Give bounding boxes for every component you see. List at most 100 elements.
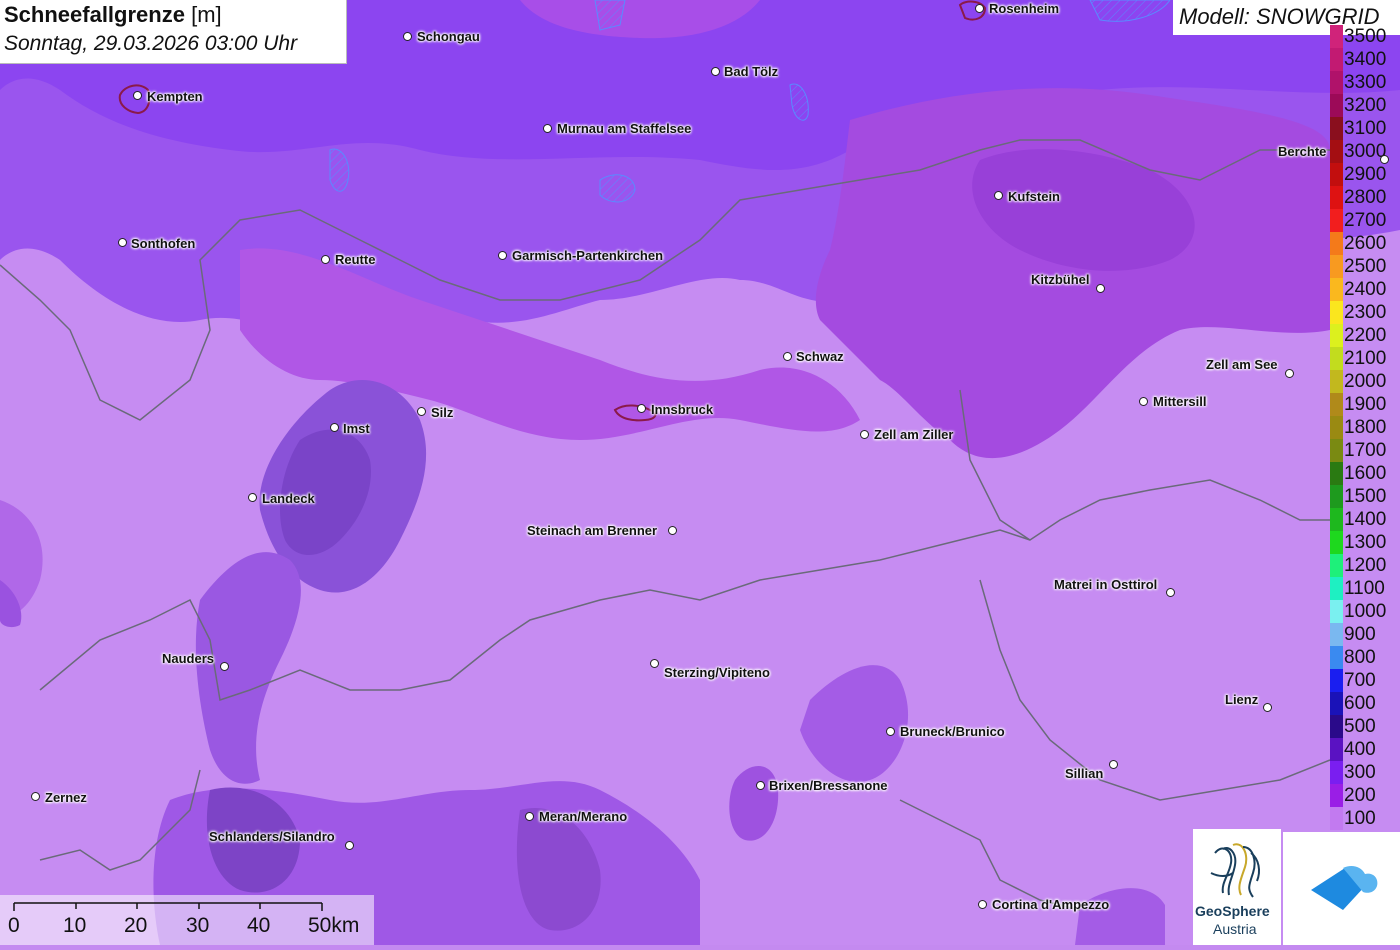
city-label[interactable]: Meran/Merano xyxy=(539,809,627,824)
legend-swatch xyxy=(1330,393,1343,416)
legend-label: 2100 xyxy=(1344,348,1387,369)
map-title: Schneefallgrenze [m] xyxy=(4,2,222,28)
city-label[interactable]: Steinach am Brenner xyxy=(527,523,657,538)
city-label[interactable]: Murnau am Staffelsee xyxy=(557,121,691,136)
city-label[interactable]: Garmisch-Partenkirchen xyxy=(512,248,663,263)
scale-label-20: 20 xyxy=(124,914,148,937)
city-label[interactable]: Nauders xyxy=(162,651,214,666)
geosphere-name: GeoSphere xyxy=(1195,903,1270,919)
legend-label: 200 xyxy=(1344,785,1376,806)
legend-row: 3500 xyxy=(1328,25,1400,48)
legend-swatch xyxy=(1330,669,1343,692)
legend-label: 2700 xyxy=(1344,210,1387,231)
legend-swatch xyxy=(1330,416,1343,439)
snowfall-map[interactable] xyxy=(0,0,1400,945)
legend-label: 400 xyxy=(1344,739,1376,760)
legend-swatch xyxy=(1330,370,1343,393)
city-dot xyxy=(1166,588,1175,597)
city-dot xyxy=(650,659,659,668)
city-dot xyxy=(248,493,257,502)
legend-label: 1700 xyxy=(1344,440,1387,461)
legend-row: 1700 xyxy=(1328,439,1400,462)
legend-swatch xyxy=(1330,324,1343,347)
city-label[interactable]: Kempten xyxy=(147,89,203,104)
legend-swatch xyxy=(1330,761,1343,784)
city-label[interactable]: Zell am See xyxy=(1206,357,1278,372)
legend-row: 3300 xyxy=(1328,71,1400,94)
city-label[interactable]: Sillian xyxy=(1065,766,1103,781)
legend-row: 200 xyxy=(1328,784,1400,807)
city-label[interactable]: Silz xyxy=(431,405,453,420)
city-label[interactable]: Reutte xyxy=(335,252,375,267)
scale-label-10: 10 xyxy=(63,914,87,937)
city-label[interactable]: Kitzbühel xyxy=(1031,272,1090,287)
geosphere-logo[interactable]: GeoSphere Austria xyxy=(1193,829,1281,945)
legend-row: 2000 xyxy=(1328,370,1400,393)
city-label[interactable]: Imst xyxy=(343,421,370,436)
legend-swatch xyxy=(1330,71,1343,94)
city-label[interactable]: Schwaz xyxy=(796,349,844,364)
legend-swatch xyxy=(1330,485,1343,508)
city-dot xyxy=(31,792,40,801)
city-label[interactable]: Schongau xyxy=(417,29,480,44)
legend-swatch xyxy=(1330,508,1343,531)
legend-swatch xyxy=(1330,462,1343,485)
legend-swatch xyxy=(1330,94,1343,117)
city-label[interactable]: Innsbruck xyxy=(651,402,713,417)
legend-row: 1200 xyxy=(1328,554,1400,577)
city-label[interactable]: Sterzing/Vipiteno xyxy=(664,665,770,680)
legend-swatch xyxy=(1330,25,1343,48)
legend-row: 1600 xyxy=(1328,462,1400,485)
legend-swatch xyxy=(1330,623,1343,646)
city-dot xyxy=(783,352,792,361)
city-label[interactable]: Lienz xyxy=(1225,692,1258,707)
legend-label: 2200 xyxy=(1344,325,1387,346)
legend-label: 2500 xyxy=(1344,256,1387,277)
legend-label: 1800 xyxy=(1344,417,1387,438)
cloud-logo[interactable] xyxy=(1283,832,1400,945)
legend-row: 100 xyxy=(1328,807,1400,830)
city-label[interactable]: Berchte xyxy=(1278,144,1326,159)
legend-swatch xyxy=(1330,301,1343,324)
city-label[interactable]: Schlanders/Silandro xyxy=(209,829,335,844)
city-label[interactable]: Zernez xyxy=(45,790,87,805)
legend-swatch xyxy=(1330,692,1343,715)
city-label[interactable]: Matrei in Osttirol xyxy=(1054,577,1157,592)
legend-row: 600 xyxy=(1328,692,1400,715)
legend-label: 500 xyxy=(1344,716,1376,737)
legend-row: 1500 xyxy=(1328,485,1400,508)
city-label[interactable]: Brixen/Bressanone xyxy=(769,778,888,793)
legend-label: 1900 xyxy=(1344,394,1387,415)
legend-row: 2500 xyxy=(1328,255,1400,278)
city-dot xyxy=(711,67,720,76)
city-label[interactable]: Zell am Ziller xyxy=(874,427,953,442)
legend-label: 2000 xyxy=(1344,371,1387,392)
legend-label: 1300 xyxy=(1344,532,1387,553)
legend-row: 2100 xyxy=(1328,347,1400,370)
city-label[interactable]: Kufstein xyxy=(1008,189,1060,204)
legend-label: 1400 xyxy=(1344,509,1387,530)
scale-bar: 0 10 20 30 40 50km xyxy=(0,895,374,945)
scale-label-40: 40 xyxy=(247,914,271,937)
city-dot xyxy=(860,430,869,439)
legend-row: 300 xyxy=(1328,761,1400,784)
city-dot xyxy=(133,91,142,100)
city-dot xyxy=(220,662,229,671)
legend-swatch xyxy=(1330,232,1343,255)
city-label[interactable]: Cortina d'Ampezzo xyxy=(992,897,1109,912)
legend-row: 800 xyxy=(1328,646,1400,669)
legend-label: 700 xyxy=(1344,670,1376,691)
map-datetime: Sonntag, 29.03.2026 03:00 Uhr xyxy=(4,32,298,55)
city-dot xyxy=(994,191,1003,200)
legend-row: 1400 xyxy=(1328,508,1400,531)
city-label[interactable]: Bad Tölz xyxy=(724,64,778,79)
legend-swatch xyxy=(1330,163,1343,186)
city-label[interactable]: Bruneck/Brunico xyxy=(900,724,1005,739)
city-dot xyxy=(756,781,765,790)
city-label[interactable]: Sonthofen xyxy=(131,236,195,251)
city-label[interactable]: Rosenheim xyxy=(989,1,1059,16)
legend-label: 600 xyxy=(1344,693,1376,714)
city-label[interactable]: Mittersill xyxy=(1153,394,1206,409)
legend-label: 3200 xyxy=(1344,95,1387,116)
city-label[interactable]: Landeck xyxy=(262,491,315,506)
